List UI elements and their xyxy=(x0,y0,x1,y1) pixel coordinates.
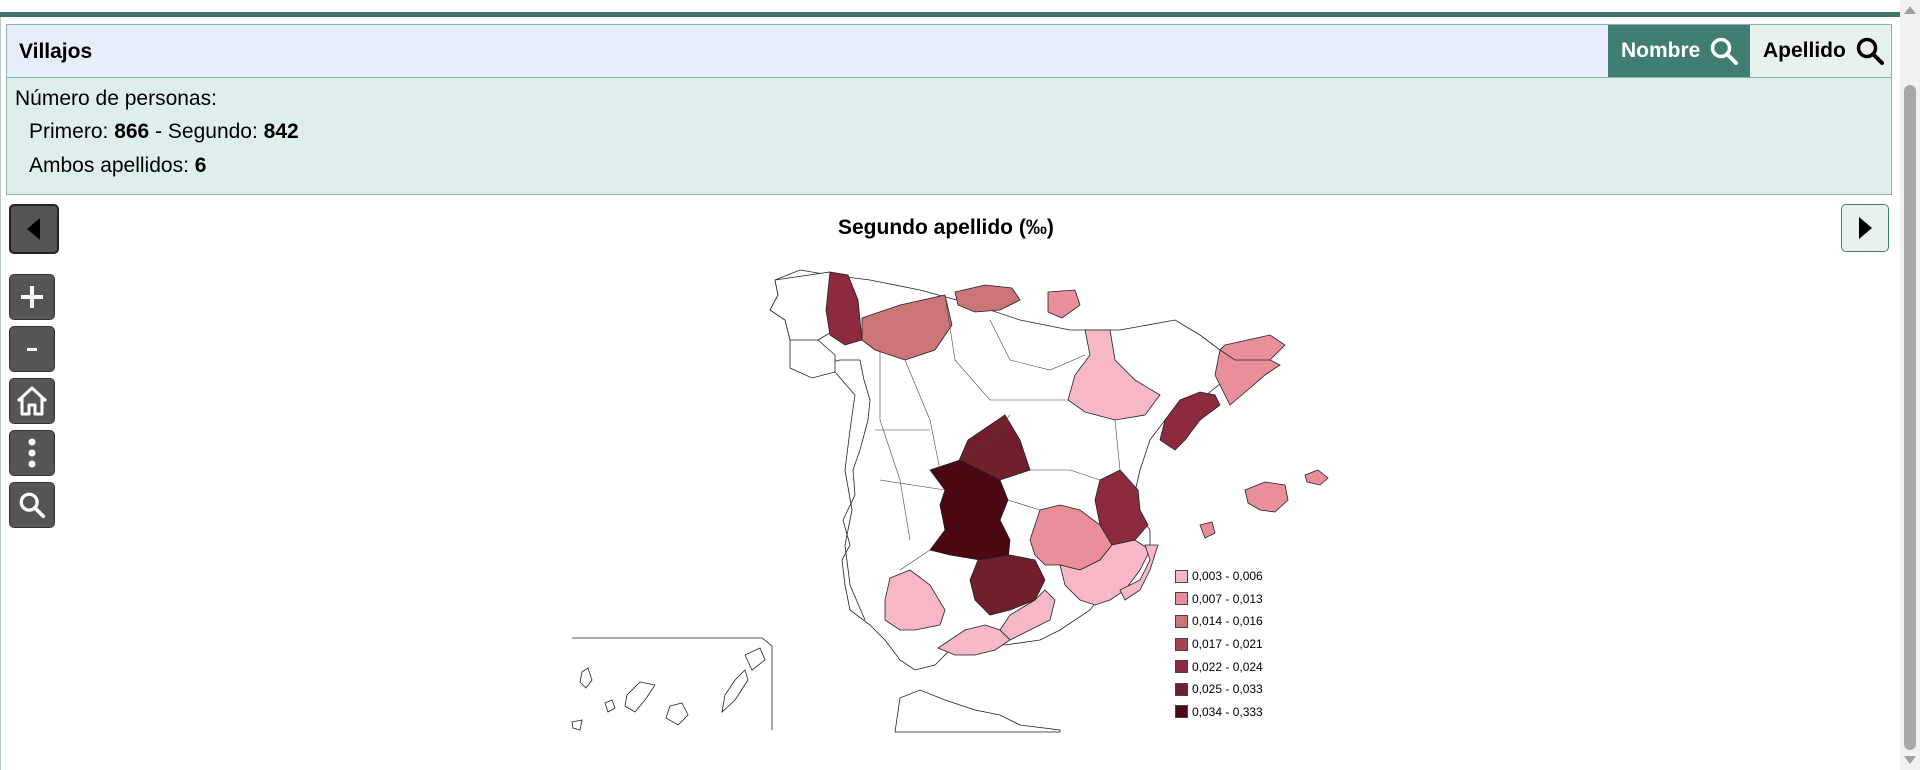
legend-item: 0,014 - 0,016 xyxy=(1175,610,1263,633)
legend-swatch xyxy=(1175,592,1188,606)
ambos-label: Ambos apellidos: xyxy=(29,154,195,177)
region-mallorca xyxy=(1244,481,1289,513)
search-icon xyxy=(19,492,46,519)
previous-map-button[interactable] xyxy=(9,204,59,254)
region-cantabria xyxy=(954,284,1021,313)
legend-swatch xyxy=(1175,637,1188,651)
more-vertical-icon xyxy=(28,438,36,468)
island-2 xyxy=(604,699,616,713)
region-menorca xyxy=(1304,469,1329,486)
north-africa-outline xyxy=(894,689,1061,733)
legend-label: 0,017 - 0,021 xyxy=(1192,637,1263,652)
top-accent-bar xyxy=(0,0,1900,17)
surname-counts: Primero: 866 - Segundo: 842 xyxy=(29,120,299,144)
island-1 xyxy=(579,667,593,689)
nombre-search-button[interactable]: Nombre xyxy=(1608,25,1750,77)
next-map-button[interactable] xyxy=(1841,204,1889,252)
map-title: Segundo apellido (‰) xyxy=(838,216,1054,239)
island-6 xyxy=(744,647,766,671)
nombre-label: Nombre xyxy=(1621,39,1701,62)
legend-label: 0,014 - 0,016 xyxy=(1192,614,1263,629)
more-options-button[interactable] xyxy=(9,430,55,476)
ambos-value: 6 xyxy=(194,154,207,177)
home-button[interactable] xyxy=(9,378,55,424)
legend-swatch xyxy=(1175,682,1188,696)
legend-label: 0,034 - 0,333 xyxy=(1192,704,1263,719)
primero-label: Primero: xyxy=(29,120,115,143)
legend-label: 0,003 - 0,006 xyxy=(1192,569,1263,584)
legend-label: 0,007 - 0,013 xyxy=(1192,591,1263,606)
plus-icon xyxy=(21,286,43,308)
canary-islands-inset xyxy=(571,637,773,731)
zoom-out-button[interactable] xyxy=(9,326,55,372)
primero-value: 866 xyxy=(114,120,150,143)
legend-item: 0,034 - 0,333 xyxy=(1175,701,1263,724)
legend-label: 0,025 - 0,033 xyxy=(1192,682,1263,697)
region-ibiza xyxy=(1199,521,1216,539)
scroll-up-arrow-icon[interactable] xyxy=(1904,6,1916,14)
island-5 xyxy=(721,669,749,714)
people-count-label: Número de personas: xyxy=(15,87,217,110)
legend-label: 0,022 - 0,024 xyxy=(1192,659,1263,674)
legend-item: 0,003 - 0,006 xyxy=(1175,565,1263,588)
island-7 xyxy=(571,719,583,731)
island-3 xyxy=(624,681,656,713)
minus-icon xyxy=(27,348,37,351)
chevron-left-icon xyxy=(27,218,40,240)
legend-item: 0,007 - 0,013 xyxy=(1175,588,1263,611)
legend-item: 0,022 - 0,024 xyxy=(1175,655,1263,678)
legend-swatch xyxy=(1175,614,1188,628)
segundo-value: 842 xyxy=(263,120,299,143)
apellido-label: Apellido xyxy=(1763,39,1846,62)
segundo-label: - Segundo: xyxy=(149,120,264,143)
search-icon xyxy=(1856,37,1884,65)
region-barcelona xyxy=(1214,334,1286,406)
both-surnames-count: Ambos apellidos: 6 xyxy=(29,154,206,178)
legend-item: 0,017 - 0,021 xyxy=(1175,633,1263,656)
search-bar: Villajos Nombre Apellido xyxy=(6,24,1892,78)
map-legend: 0,003 - 0,006 0,007 - 0,013 0,014 - 0,01… xyxy=(1175,565,1263,723)
map-search-button[interactable] xyxy=(9,482,55,528)
search-query: Villajos xyxy=(19,40,93,63)
scrollbar-thumb[interactable] xyxy=(1904,85,1916,750)
chevron-right-icon xyxy=(1859,217,1872,239)
region-navarra-north xyxy=(1047,289,1081,319)
vertical-scrollbar[interactable] xyxy=(1900,0,1920,770)
home-icon xyxy=(16,386,48,416)
island-4 xyxy=(665,702,689,726)
zoom-in-button[interactable] xyxy=(9,274,55,320)
legend-swatch xyxy=(1175,660,1188,674)
results-summary: Número de personas: Primero: 866 - Segun… xyxy=(6,78,1892,195)
legend-swatch xyxy=(1175,569,1188,583)
legend-item: 0,025 - 0,033 xyxy=(1175,678,1263,701)
legend-swatch xyxy=(1175,705,1188,719)
search-icon xyxy=(1711,37,1739,65)
apellido-search-button[interactable]: Apellido xyxy=(1750,25,1891,77)
scroll-down-arrow-icon[interactable] xyxy=(1904,756,1916,764)
